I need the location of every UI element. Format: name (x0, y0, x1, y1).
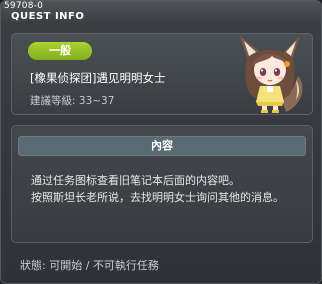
recommended-level: 建議等級: 33~37 (30, 93, 114, 108)
content-line: 通过任务图标查看旧笔记本后面的内容吧。 (31, 174, 240, 187)
recommended-level-label: 建議等級 (30, 95, 72, 107)
recommended-level-range: 33~37 (78, 95, 115, 107)
content-header: 內容 (18, 136, 306, 156)
status-separator: : (42, 259, 46, 272)
status-label: 狀態 (20, 259, 42, 272)
quest-info-window: 59708-0 QUEST INFO 一般 [橡果侦探团]遇见明明女士 建議等級… (0, 0, 322, 284)
quest-id: 59708-0 (4, 1, 44, 11)
fox-girl-npc-icon (240, 36, 303, 113)
content-line: 按照斯坦长老所说，去找明明女士询问其他的消息。 (31, 191, 284, 204)
window-title: QUEST INFO (11, 11, 85, 22)
quest-content-panel: 內容 通过任务图标查看旧笔记本后面的内容吧。 按照斯坦长老所说，去找明明女士询问… (11, 125, 313, 243)
title-bar[interactable]: 59708-0 QUEST INFO (1, 1, 321, 25)
quest-header-panel: 一般 [橡果侦探团]遇见明明女士 建議等級: 33~37 (11, 33, 313, 115)
status-value: 可開始 / 不可執行任務 (49, 259, 159, 272)
quest-status: 狀態: 可開始 / 不可執行任務 (20, 257, 159, 273)
category-badge: 一般 (28, 42, 92, 60)
recommended-level-separator: : (72, 95, 76, 107)
quest-title: [橡果侦探团]遇见明明女士 (30, 71, 166, 85)
